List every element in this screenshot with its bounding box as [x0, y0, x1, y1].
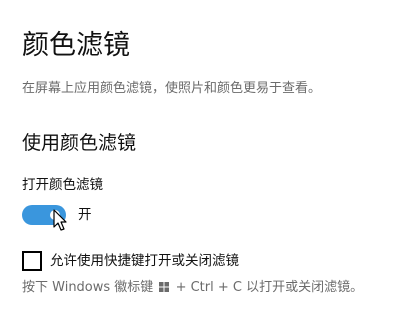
shortcut-checkbox-label[interactable]: 允许使用快捷键打开或关闭滤镜 [50, 251, 239, 271]
toggle-state-text: 开 [78, 207, 92, 223]
page-description: 在屏幕上应用颜色滤镜，使照片和颜色更易于查看。 [22, 81, 322, 96]
mouse-cursor-icon [53, 209, 67, 231]
hint-text-after: + Ctrl + C 以打开或关闭滤镜。 [171, 280, 364, 295]
shortcut-hint: 按下 Windows 徽标键 + Ctrl + C 以打开或关闭滤镜。 [22, 279, 363, 297]
shortcut-checkbox[interactable] [22, 251, 42, 271]
windows-logo-icon [159, 282, 170, 292]
hint-text-before: 按下 Windows 徽标键 [22, 280, 158, 295]
section-title: 使用颜色滤镜 [22, 132, 137, 154]
page-title: 颜色滤镜 [22, 30, 130, 61]
color-filter-toggle-label: 打开颜色滤镜 [22, 177, 103, 193]
